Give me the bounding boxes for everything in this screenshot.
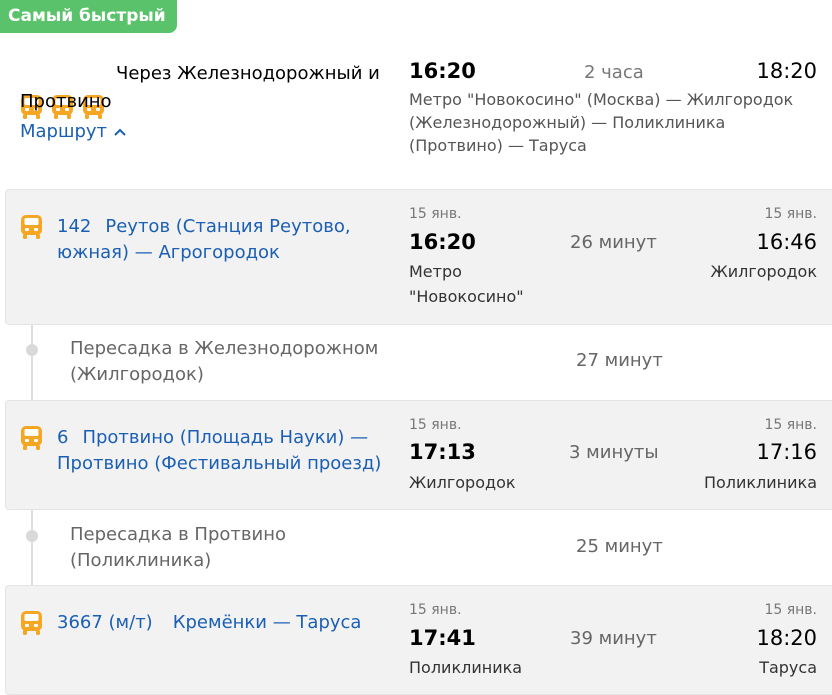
leg-title[interactable]: 142 Реутов (Станция Реутово, южная) — Агр… <box>57 214 377 266</box>
arrival-time: 16:46 <box>756 230 817 254</box>
leg-duration: 26 минут <box>570 232 657 253</box>
departure-stop: Жилгородок <box>409 473 516 492</box>
summary-duration: 2 часа <box>584 62 644 83</box>
route-name[interactable]: Кремёнки — Таруса <box>173 612 362 633</box>
summary-stops: Метро "Новокосино" (Москва) — Жилгородок… <box>409 90 794 155</box>
route-toggle-link[interactable]: Маршрут <box>20 121 127 142</box>
leg-title[interactable]: 6 Протвино (Площадь Науки) — Протвино (Фе… <box>57 425 397 477</box>
route-name[interactable]: Протвино (Площадь Науки) — Протвино (Фес… <box>57 427 381 474</box>
fastest-badge: Самый быстрый <box>0 0 177 33</box>
arrival-date: 15 янв. <box>764 602 817 618</box>
departure-time: 17:41 <box>409 626 476 650</box>
route-link-label[interactable]: Маршрут <box>20 121 107 142</box>
summary-arrive-time: 18:20 <box>756 59 817 83</box>
transfer-dot <box>26 344 38 356</box>
route-number[interactable]: 142 <box>57 216 91 237</box>
transfer-duration: 25 минут <box>576 536 663 557</box>
departure-time: 17:13 <box>409 440 476 464</box>
transfer-duration: 27 минут <box>576 350 663 371</box>
route-via: Через Железнодорожный и Протвино <box>20 63 380 112</box>
departure-time: 16:20 <box>409 230 476 254</box>
departure-date: 15 янв. <box>409 602 462 618</box>
departure-date: 15 янв. <box>409 206 462 222</box>
arrival-date: 15 янв. <box>764 206 817 222</box>
leg-duration: 39 минут <box>570 628 657 649</box>
route-number[interactable]: 6 <box>57 427 68 448</box>
bus-icon <box>21 215 42 239</box>
summary-depart-time: 16:20 <box>409 59 476 83</box>
departure-stop: Поликлиника <box>409 658 523 677</box>
leg-title[interactable]: 3667 (м/т) Кремёнки — Таруса <box>57 610 397 636</box>
arrival-date: 15 янв. <box>764 417 817 433</box>
leg-duration: 3 минуты <box>569 442 659 463</box>
chevron-up-icon[interactable] <box>113 127 127 137</box>
transfer-dot <box>26 530 38 542</box>
departure-date: 15 янв. <box>409 417 462 433</box>
arrival-stop: Поликлиника <box>703 473 817 492</box>
arrival-stop: Жилгородок <box>710 262 817 281</box>
bus-icon <box>21 426 42 450</box>
route-number[interactable]: 3667 (м/т) <box>57 612 153 633</box>
departure-stop: Метро "Новокосино" <box>409 262 524 306</box>
transfer-text: Пересадка в Протвино (Поликлиника) <box>70 524 286 571</box>
arrival-stop: Таруса <box>759 658 817 677</box>
arrival-time: 17:16 <box>756 440 817 464</box>
bus-icon <box>21 611 42 635</box>
arrival-time: 18:20 <box>756 626 817 650</box>
route-name[interactable]: Реутов (Станция Реутово, южная) — Агрого… <box>57 216 351 263</box>
transfer-text: Пересадка в Железнодорожном (Жилгородок) <box>70 338 379 385</box>
